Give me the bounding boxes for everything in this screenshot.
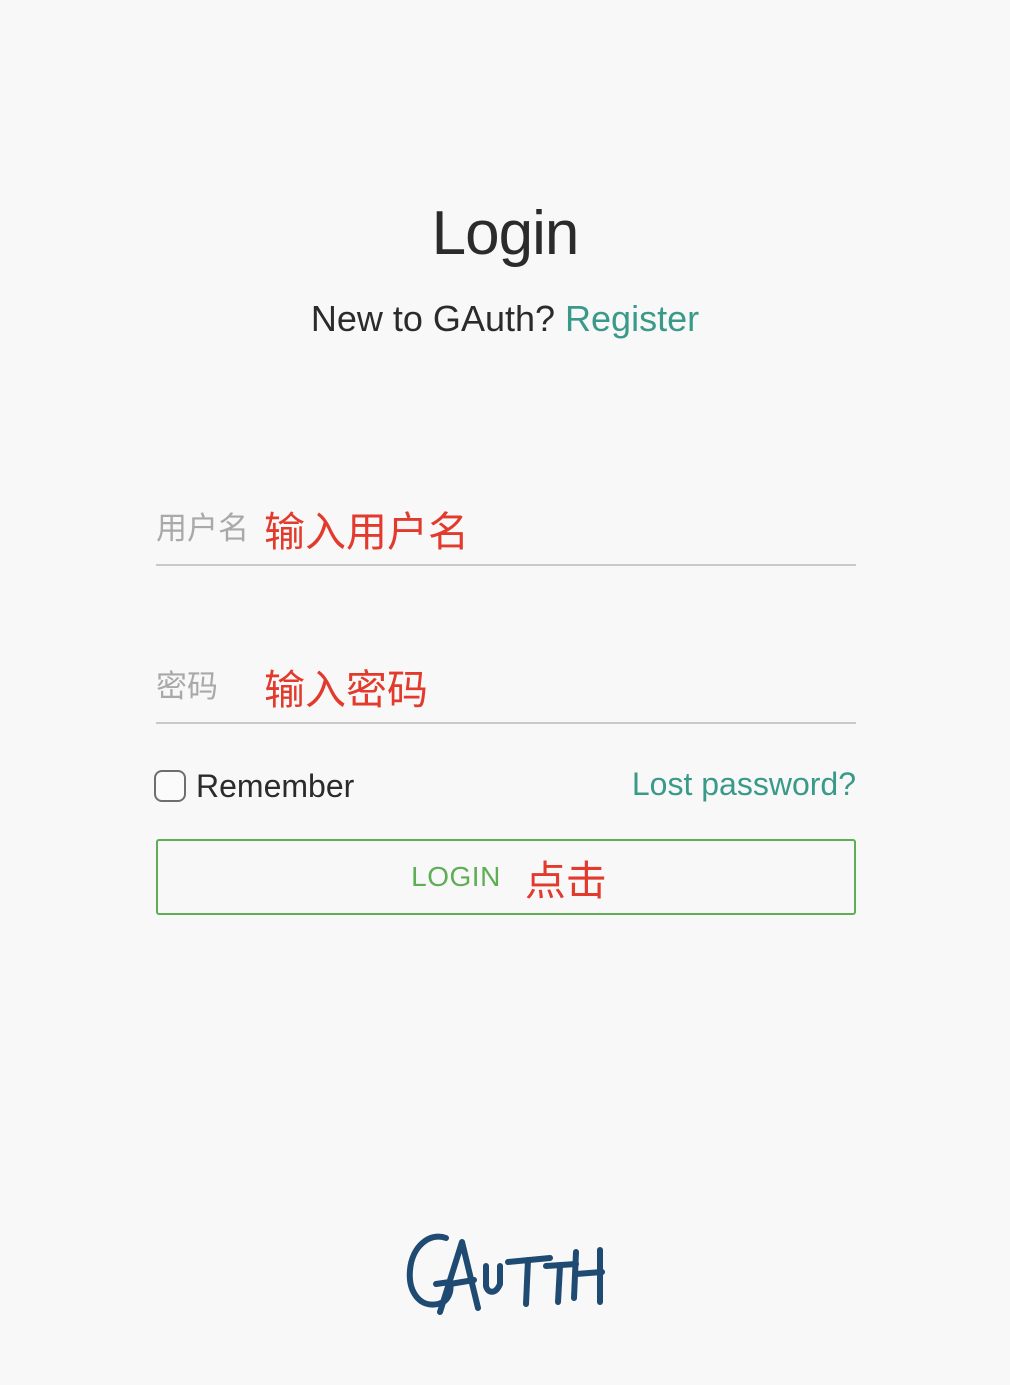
remember-checkbox[interactable] <box>154 770 186 802</box>
login-button[interactable]: LOGIN 点击 <box>156 839 856 915</box>
register-prompt: New to GAuth? Register <box>0 298 1010 340</box>
register-link[interactable]: Register <box>565 298 699 339</box>
login-page: Login New to GAuth? Register 用户名 输入用户名 密… <box>0 0 1010 1385</box>
username-input[interactable] <box>156 506 856 564</box>
username-field[interactable]: 用户名 输入用户名 <box>156 506 856 566</box>
login-options: Remember Lost password? <box>154 764 856 808</box>
lost-password-link[interactable]: Lost password? <box>632 766 856 803</box>
register-prompt-text: New to GAuth? <box>310 298 556 339</box>
password-field[interactable]: 密码 输入密码 <box>156 666 856 724</box>
login-annotation: 点击 <box>524 857 607 905</box>
remember-me[interactable]: Remember <box>154 764 354 808</box>
remember-label: Remember <box>196 767 355 804</box>
password-input[interactable] <box>156 666 856 722</box>
login-button-label: LOGIN <box>411 861 501 892</box>
page-title: Login <box>431 199 580 268</box>
gauth-logo <box>406 1233 605 1315</box>
